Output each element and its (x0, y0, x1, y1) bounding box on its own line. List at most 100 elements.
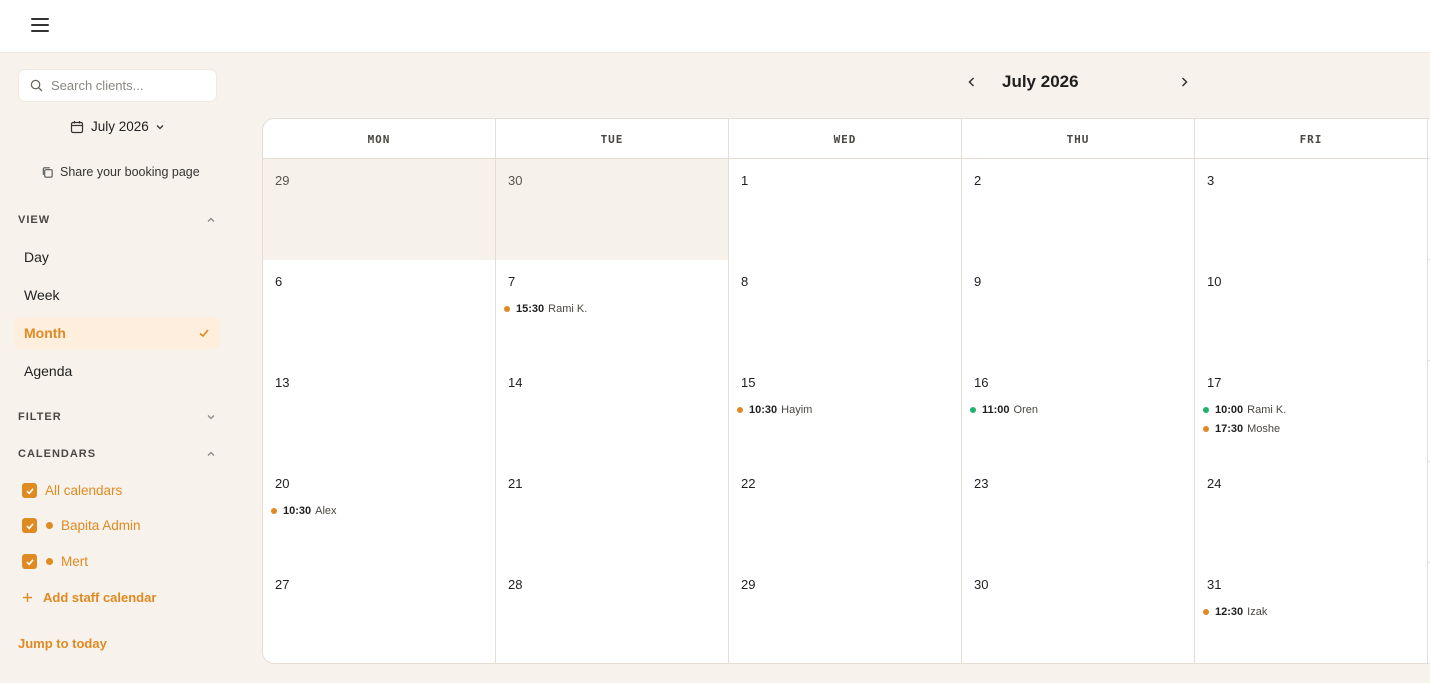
day-number: 31 (1207, 577, 1222, 592)
calendar-icon (70, 120, 84, 133)
event-list: 10:00 Rami K. 17:30 Moshe (1203, 400, 1286, 438)
day-number: 9 (974, 274, 982, 289)
event-time: 10:30 (283, 504, 312, 517)
view-item-month[interactable]: Month (14, 317, 220, 349)
day-of-week-header: MON (263, 119, 496, 159)
search-box[interactable] (19, 70, 216, 101)
day-cell[interactable]: 30 (496, 159, 729, 260)
view-item-label: Month (24, 325, 66, 341)
day-number: 2 (974, 173, 982, 188)
event-client-name: Izak (1247, 605, 1268, 618)
day-number: 8 (741, 274, 749, 289)
calendar-event[interactable]: 10:30 Hayim (737, 400, 812, 419)
day-cell[interactable]: 2 (962, 159, 1195, 260)
day-number: 22 (741, 476, 756, 491)
day-cell[interactable]: 23 (962, 462, 1195, 563)
day-cell[interactable]: 21 (496, 462, 729, 563)
day-cell[interactable]: 27 (263, 563, 496, 663)
day-number: 29 (741, 577, 756, 592)
menu-icon[interactable] (31, 18, 49, 32)
month-grid: MON TUE WED THU FRI 29 30 1 2 3 6 7 15:30 Rami K. 8 9 1… (262, 118, 1430, 664)
event-list: 11:00 Oren (970, 400, 1038, 419)
day-number: 30 (974, 577, 989, 592)
day-cell[interactable]: 13 (263, 361, 496, 462)
view-section-header[interactable]: VIEW (18, 214, 216, 226)
event-time: 10:30 (749, 403, 778, 416)
calendar-title: July 2026 (1002, 72, 1079, 91)
day-cell[interactable]: 16 11:00 Oren (962, 361, 1195, 462)
week-row: 29 30 1 2 3 (263, 159, 1430, 260)
calendar-checkbox[interactable] (22, 518, 37, 533)
calendar-event[interactable]: 15:30 Rami K. (504, 299, 587, 318)
day-number: 3 (1207, 173, 1215, 188)
event-color-dot (970, 406, 976, 413)
day-cell[interactable]: 3 (1195, 159, 1428, 260)
week-row: 20 10:30 Alex 21 22 23 24 (263, 462, 1430, 563)
share-booking-link[interactable]: Share your booking page (41, 165, 200, 179)
month-picker[interactable]: July 2026 (70, 119, 165, 134)
event-client-name: Rami K. (1247, 403, 1287, 416)
view-item-week[interactable]: Week (14, 279, 220, 311)
day-cell[interactable]: 30 (962, 563, 1195, 663)
view-item-day[interactable]: Day (14, 241, 220, 273)
calendar-event[interactable]: 17:30 Moshe (1203, 419, 1286, 438)
event-list: 15:30 Rami K. (504, 299, 587, 318)
calendar-color-dot (46, 558, 53, 565)
day-cell[interactable]: 9 (962, 260, 1195, 361)
day-cell[interactable]: 8 (729, 260, 962, 361)
calendar-item-bapita-admin[interactable]: Bapita Admin (22, 518, 141, 533)
day-of-week-header: THU (962, 119, 1195, 159)
day-cell[interactable]: 10 (1195, 260, 1428, 361)
event-color-dot (1203, 406, 1209, 413)
calendar-event[interactable]: 10:00 Rami K. (1203, 400, 1286, 419)
day-cell[interactable]: 15 10:30 Hayim (729, 361, 962, 462)
calendars-section-header[interactable]: CALENDARS (18, 448, 216, 460)
filter-heading: FILTER (18, 411, 62, 423)
jump-to-today-button[interactable]: Jump to today (18, 636, 107, 651)
calendar-item-mert[interactable]: Mert (22, 554, 88, 569)
calendar-color-dot (46, 522, 53, 529)
event-time: 15:30 (516, 302, 545, 315)
event-time: 17:30 (1215, 422, 1244, 435)
event-color-dot (1203, 425, 1209, 432)
event-time: 12:30 (1215, 605, 1244, 618)
top-bar (0, 0, 1430, 53)
check-icon (199, 329, 209, 338)
prev-month-button[interactable] (962, 72, 982, 92)
day-number: 20 (275, 476, 290, 491)
add-staff-calendar-button[interactable]: Add staff calendar (22, 590, 156, 605)
day-number: 24 (1207, 476, 1222, 491)
day-cell[interactable]: 14 (496, 361, 729, 462)
event-color-dot (504, 305, 510, 312)
search-input[interactable] (51, 78, 201, 93)
weeks-container: 29 30 1 2 3 6 7 15:30 Rami K. 8 9 10 13 14 15 10:30 Hayi… (263, 159, 1430, 663)
calendar-event[interactable]: 11:00 Oren (970, 400, 1038, 419)
day-cell[interactable]: 20 10:30 Alex (263, 462, 496, 563)
event-client-name: Rami K. (548, 302, 588, 315)
calendar-event[interactable]: 12:30 Izak (1203, 602, 1267, 621)
day-cell[interactable]: 31 12:30 Izak (1195, 563, 1428, 663)
calendar-event[interactable]: 10:30 Alex (271, 501, 337, 520)
event-color-dot (271, 507, 277, 514)
copy-icon (42, 166, 53, 178)
calendar-checkbox[interactable] (22, 554, 37, 569)
calendar-checkbox[interactable] (22, 483, 37, 498)
view-item-label: Agenda (24, 363, 73, 379)
check-icon (25, 487, 34, 494)
calendars-heading: CALENDARS (18, 448, 97, 460)
day-cell[interactable]: 22 (729, 462, 962, 563)
day-cell[interactable]: 6 (263, 260, 496, 361)
calendar-item-all[interactable]: All calendars (22, 483, 122, 498)
next-month-button[interactable] (1174, 72, 1194, 92)
day-cell[interactable]: 7 15:30 Rami K. (496, 260, 729, 361)
day-cell[interactable]: 1 (729, 159, 962, 260)
view-heading: VIEW (18, 214, 51, 226)
day-cell[interactable]: 17 10:00 Rami K. 17:30 Moshe (1195, 361, 1428, 462)
day-number: 7 (508, 274, 516, 289)
day-cell[interactable]: 28 (496, 563, 729, 663)
filter-section-header[interactable]: FILTER (18, 411, 216, 423)
day-cell[interactable]: 24 (1195, 462, 1428, 563)
day-cell[interactable]: 29 (263, 159, 496, 260)
day-cell[interactable]: 29 (729, 563, 962, 663)
view-item-agenda[interactable]: Agenda (14, 355, 220, 387)
